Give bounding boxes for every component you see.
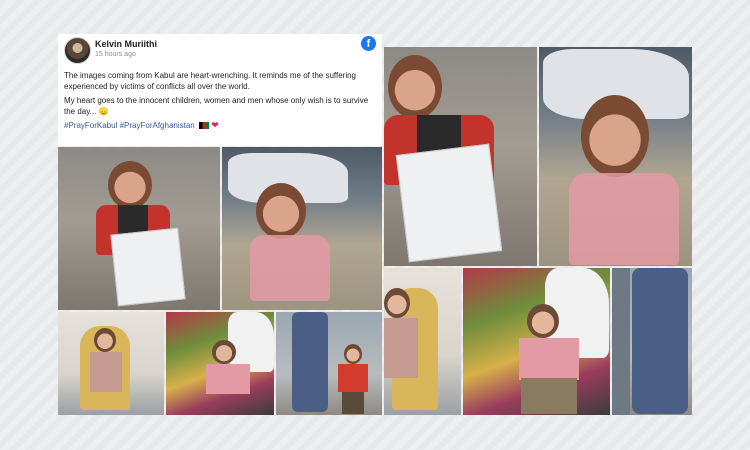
post-hashtag-line: #PrayForKabul #PrayForAfghanistan ❤ (64, 120, 376, 131)
post-author[interactable]: Kelvin Muriithi (95, 39, 157, 49)
photo-child-with-soldier (276, 312, 382, 415)
red-heart-icon: ❤ (211, 120, 219, 130)
post-hashtags[interactable]: #PrayForKabul #PrayForAfghanistan (64, 121, 195, 130)
photo-boy-sleeping-on-bags (166, 312, 274, 415)
post-paragraph-1: The images coming from Kabul are heart-w… (64, 71, 356, 91)
photo-crying-girl-holding-papers (58, 147, 220, 310)
post-paragraph-2: My heart goes to the innocent children, … (64, 96, 369, 116)
photo-large-child-on-chair (384, 268, 461, 415)
avatar[interactable] (64, 37, 91, 64)
photo-large-crying-child (539, 47, 692, 266)
post-body: The images coming from Kabul are heart-w… (64, 70, 376, 134)
photo-crying-child-on-ground (222, 147, 382, 310)
photo-large-crying-girl-holding-papers (384, 47, 537, 266)
photo-child-on-chair (58, 312, 164, 415)
facebook-post: Kelvin Muriithi 15 hours ago f The image… (58, 34, 382, 146)
afghanistan-flag-icon (198, 122, 209, 129)
photo-large-child-with-soldier (612, 268, 692, 415)
facebook-icon: f (361, 36, 376, 51)
photo-large-boy-sleeping-on-bags (463, 268, 610, 415)
post-timestamp[interactable]: 15 hours ago (95, 51, 136, 58)
